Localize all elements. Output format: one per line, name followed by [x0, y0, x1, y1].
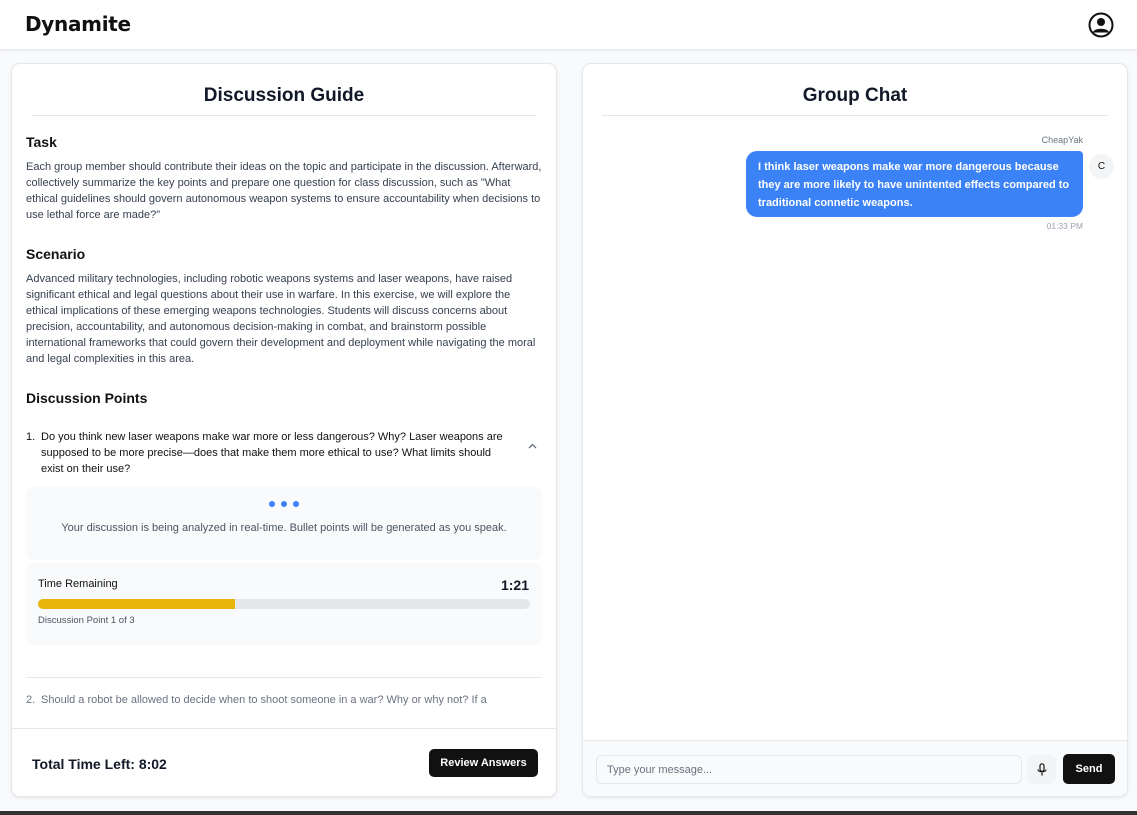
- time-remaining-label: Time Remaining: [38, 578, 118, 590]
- loading-dots-icon: [26, 501, 542, 507]
- brand-logo[interactable]: Dynamite: [25, 12, 131, 36]
- discussion-point-1[interactable]: 1. Do you think new laser weapons make w…: [26, 429, 542, 477]
- analysis-status-box: Your discussion is being analyzed in rea…: [26, 487, 542, 560]
- guide-scroll-area[interactable]: Task Each group member should contribute…: [26, 134, 542, 727]
- divider: [26, 677, 542, 678]
- message-sender: CheapYak: [1041, 135, 1083, 145]
- top-bar: Dynamite: [0, 0, 1137, 50]
- time-remaining-value: 1:21: [500, 577, 529, 593]
- group-chat-panel: Group Chat CheapYak I think laser weapon…: [582, 63, 1128, 797]
- microphone-icon[interactable]: [1027, 755, 1056, 784]
- discussion-point-text: Do you think new laser weapons make war …: [41, 431, 503, 475]
- discussion-point-counter: Discussion Point 1 of 3: [38, 615, 135, 626]
- analysis-status-text: Your discussion is being analyzed in rea…: [61, 522, 507, 534]
- task-text: Each group member should contribute thei…: [26, 161, 542, 221]
- discussion-point-2[interactable]: 2. Should a robot be allowed to decide w…: [26, 692, 542, 708]
- guide-footer: Total Time Left: 8:02 Review Answers: [12, 728, 556, 796]
- discussion-point-number: 1.: [26, 431, 36, 443]
- scenario-text: Advanced military technologies, includin…: [26, 273, 536, 365]
- group-chat-title: Group Chat: [602, 85, 1108, 116]
- message-input[interactable]: [596, 755, 1022, 784]
- discussion-point-number: 2.: [26, 694, 36, 706]
- time-progress-bar: [38, 599, 530, 609]
- send-button[interactable]: Send: [1063, 754, 1115, 784]
- time-remaining-box: Time Remaining 1:21 Discussion Point 1 o…: [26, 563, 542, 645]
- scenario-heading: Scenario: [26, 246, 86, 262]
- chat-input-bar: Send: [583, 740, 1127, 796]
- review-answers-button[interactable]: Review Answers: [429, 749, 538, 777]
- discussion-point-text: Should a robot be allowed to decide when…: [41, 694, 487, 706]
- chat-messages-area[interactable]: CheapYak I think laser weapons make war …: [583, 134, 1127, 740]
- task-heading: Task: [26, 134, 57, 150]
- total-time-left: Total Time Left: 8:02: [32, 756, 167, 772]
- time-progress-fill: [38, 599, 235, 609]
- discussion-guide-panel: Discussion Guide Task Each group member …: [11, 63, 557, 797]
- discussion-guide-title: Discussion Guide: [31, 85, 537, 116]
- message-timestamp: 01:33 PM: [1046, 221, 1083, 231]
- window-bottom-edge: [0, 811, 1137, 815]
- avatar: C: [1089, 154, 1114, 179]
- user-circle-icon[interactable]: [1088, 12, 1114, 38]
- discussion-points-heading: Discussion Points: [26, 390, 148, 406]
- chevron-up-icon[interactable]: [528, 429, 542, 477]
- chat-message-bubble: I think laser weapons make war more dang…: [746, 151, 1083, 217]
